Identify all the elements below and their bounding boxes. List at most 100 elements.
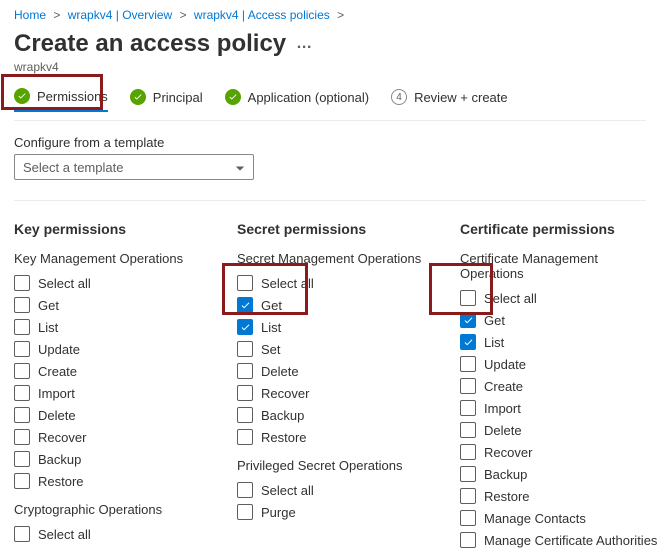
cert-select-all[interactable]: Select all [460,287,660,309]
key-select-all[interactable]: Select all [14,272,209,294]
secret-perm-get[interactable]: Get [237,294,432,316]
group-title: Key Management Operations [14,251,209,266]
checkbox-label: Restore [261,430,307,445]
checkbox-icon [237,504,253,520]
checkbox-icon [14,275,30,291]
secret-perm-restore[interactable]: Restore [237,426,432,448]
checkbox-label: List [484,335,504,350]
checkbox-label: Manage Certificate Authorities [484,533,657,548]
tab-label: Permissions [37,89,108,104]
key-perm-create[interactable]: Create [14,360,209,382]
checkbox-label: Manage Contacts [484,511,586,526]
checkbox-icon [460,488,476,504]
checkbox-icon [460,290,476,306]
key-permissions-column: Key permissions Key Management Operation… [14,221,209,551]
checkbox-label: Recover [484,445,532,460]
permissions-columns: Key permissions Key Management Operation… [14,221,646,551]
cert-perm-import[interactable]: Import [460,397,660,419]
check-circle-icon [14,88,30,104]
checkbox-icon [14,473,30,489]
cert-perm-update[interactable]: Update [460,353,660,375]
group-title: Certificate Management Operations [460,251,660,281]
checkbox-icon [460,532,476,548]
key-perm-list[interactable]: List [14,316,209,338]
secret-select-all[interactable]: Select all [237,272,432,294]
checkbox-icon [460,466,476,482]
key-crypto-select-all[interactable]: Select all [14,523,209,545]
breadcrumb-home[interactable]: Home [14,8,46,22]
template-select[interactable]: Select a template [14,154,254,180]
checkbox-icon [14,526,30,542]
checkbox-icon [237,482,253,498]
checkbox-icon [237,429,253,445]
cert-perm-list[interactable]: List [460,331,660,353]
tab-permissions[interactable]: Permissions [14,88,108,112]
cert-perm-get[interactable]: Get [460,309,660,331]
cert-perm-delete[interactable]: Delete [460,419,660,441]
chevron-right-icon: > [180,8,187,22]
checkbox-icon [460,510,476,526]
key-perm-recover[interactable]: Recover [14,426,209,448]
checkbox-label: Delete [484,423,522,438]
breadcrumb-access-policies[interactable]: wrapkv4 | Access policies [194,8,330,22]
checkbox-label: Delete [38,408,76,423]
divider [14,200,646,201]
checkbox-label: Get [261,298,282,313]
secret-perm-delete[interactable]: Delete [237,360,432,382]
breadcrumb: Home > wrapkv4 | Overview > wrapkv4 | Ac… [14,8,646,22]
checkbox-label: Recover [261,386,309,401]
cert-perm-manage-certificate-authorities[interactable]: Manage Certificate Authorities [460,529,660,551]
tab-label: Review + create [414,90,508,105]
cert-perm-manage-contacts[interactable]: Manage Contacts [460,507,660,529]
secret-perm-list[interactable]: List [237,316,432,338]
checkbox-label: Restore [38,474,84,489]
checkbox-icon [460,334,476,350]
tab-application[interactable]: Application (optional) [225,89,369,111]
tab-review-create[interactable]: 4 Review + create [391,89,508,111]
checkbox-label: Backup [261,408,304,423]
checkbox-label: Backup [38,452,81,467]
key-perm-delete[interactable]: Delete [14,404,209,426]
checkbox-icon [237,341,253,357]
cert-perm-recover[interactable]: Recover [460,441,660,463]
key-perm-get[interactable]: Get [14,294,209,316]
checkbox-label: Set [261,342,281,357]
checkbox-icon [237,385,253,401]
key-perm-backup[interactable]: Backup [14,448,209,470]
breadcrumb-overview[interactable]: wrapkv4 | Overview [68,8,172,22]
group-title: Privileged Secret Operations [237,458,432,473]
checkbox-label: Create [38,364,77,379]
secret-perm-recover[interactable]: Recover [237,382,432,404]
checkbox-label: Select all [261,276,314,291]
key-perm-import[interactable]: Import [14,382,209,404]
checkbox-icon [14,297,30,313]
tab-principal[interactable]: Principal [130,89,203,111]
checkbox-label: Update [38,342,80,357]
checkbox-icon [237,363,253,379]
checkbox-icon [460,422,476,438]
key-perm-update[interactable]: Update [14,338,209,360]
checkbox-label: Purge [261,505,296,520]
secret-priv-perm-purge[interactable]: Purge [237,501,432,523]
cert-perm-backup[interactable]: Backup [460,463,660,485]
checkbox-icon [237,319,253,335]
checkbox-label: Delete [261,364,299,379]
checkbox-icon [14,407,30,423]
secret-perm-backup[interactable]: Backup [237,404,432,426]
select-placeholder: Select a template [23,160,123,175]
checkbox-label: Recover [38,430,86,445]
certificate-permissions-column: Certificate permissions Certificate Mana… [460,221,660,551]
key-perm-restore[interactable]: Restore [14,470,209,492]
checkbox-icon [460,400,476,416]
template-label: Configure from a template [14,135,646,150]
step-number-icon: 4 [391,89,407,105]
checkbox-label: Select all [38,527,91,542]
checkbox-icon [237,275,253,291]
cert-perm-create[interactable]: Create [460,375,660,397]
secret-perm-set[interactable]: Set [237,338,432,360]
chevron-right-icon: > [337,8,344,22]
column-title: Key permissions [14,221,209,237]
checkbox-label: List [261,320,281,335]
secret-priv-select-all[interactable]: Select all [237,479,432,501]
more-actions-button[interactable]: … [296,35,312,53]
